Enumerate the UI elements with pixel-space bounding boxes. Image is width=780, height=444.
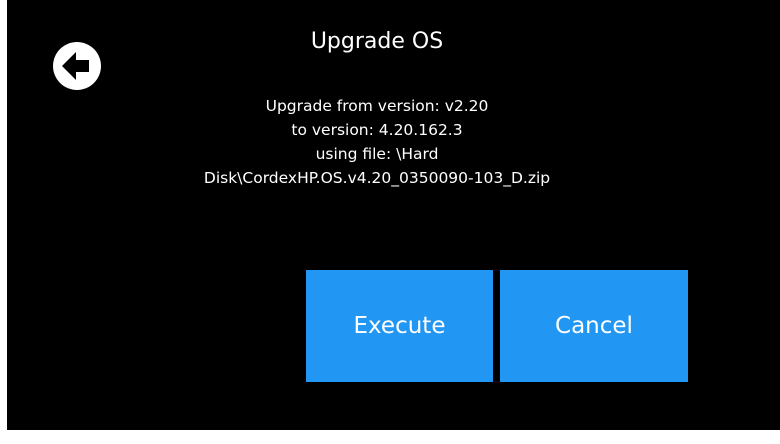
message-line-to-version: to version: 4.20.162.3 bbox=[291, 121, 463, 139]
page-title: Upgrade OS bbox=[310, 29, 444, 54]
back-arrow-circle-icon bbox=[51, 40, 103, 92]
execute-button[interactable]: Execute bbox=[306, 270, 493, 382]
message-line-file: using file: \Hard bbox=[315, 145, 439, 163]
cancel-button[interactable]: Cancel bbox=[500, 270, 688, 382]
upgrade-os-screen: Upgrade OS Upgrade from version: v2.20 t… bbox=[7, 0, 780, 430]
execute-button-label: Execute bbox=[353, 313, 446, 339]
cancel-button-label: Cancel bbox=[555, 313, 633, 339]
back-button[interactable] bbox=[51, 40, 103, 92]
message-line-file-path: Disk\CordexHP.OS.v4.20_0350090-103_D.zip bbox=[203, 169, 551, 187]
message-line-from-version: Upgrade from version: v2.20 bbox=[265, 97, 489, 115]
upgrade-message: Upgrade from version: v2.20 to version: … bbox=[127, 94, 627, 190]
